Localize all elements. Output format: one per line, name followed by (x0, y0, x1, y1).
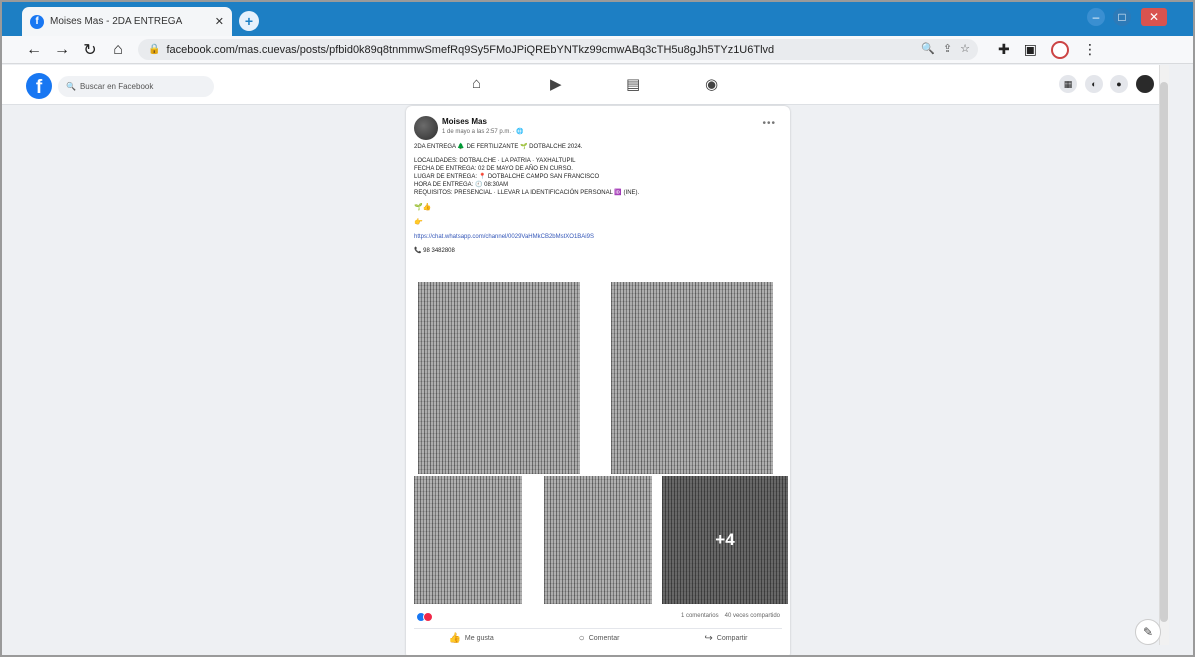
search-icon: 🔍 (66, 82, 76, 91)
divider (414, 628, 782, 629)
messenger-icon[interactable]: ◐ (1085, 75, 1103, 93)
share-page-icon[interactable]: ⇪ (943, 42, 952, 55)
sidebar-icon[interactable]: ▣ (1024, 41, 1037, 58)
post-line: HORA DE ENTREGA: 🕘 08:30AM (414, 182, 509, 188)
post-photo[interactable] (414, 476, 522, 604)
notifications-bell-icon[interactable]: ● (1110, 75, 1128, 93)
profile-avatar[interactable] (1050, 40, 1069, 59)
share-button[interactable]: ↪ Compartir (704, 633, 747, 644)
menu-grid-icon[interactable]: ▦ (1059, 75, 1077, 93)
post-author[interactable]: Moises Mas (442, 117, 487, 126)
post-line: LOCALIDADES: DOTBALCHE · LA PATRIA · YAX… (414, 158, 576, 164)
post-photo[interactable] (418, 282, 580, 474)
extensions-icon[interactable]: ✚ (998, 41, 1010, 58)
facebook-favicon-icon: f (30, 14, 44, 29)
like-label: Me gusta (464, 635, 494, 642)
comment-count[interactable]: 1 comentarios (681, 613, 719, 619)
nav-home-icon[interactable]: ⌂ (472, 75, 481, 92)
post-line: REQUISITOS: PRESENCIAL · LLEVAR LA IDENT… (414, 190, 640, 196)
screen: f Moises Mas - 2DA ENTREGA ✕ + – □ ✕ ← →… (0, 0, 1195, 657)
maximize-icon[interactable]: □ (1113, 8, 1131, 26)
lock-icon[interactable]: 🔒 (148, 44, 160, 55)
browser-tabstrip: f Moises Mas - 2DA ENTREGA ✕ + – □ ✕ (2, 2, 1193, 36)
bookmark-star-icon[interactable]: ☆ (960, 42, 970, 55)
post-actions: 👍 Me gusta ○ Comentar ↪ Compartir (406, 633, 790, 644)
nav-gaming-icon[interactable]: ◉ (705, 75, 718, 93)
share-label: Compartir (716, 635, 748, 642)
post-card: Moises Mas 1 de mayo a las 2:57 p.m. · 🌐… (406, 106, 790, 655)
post-stats: 1 comentarios 40 veces compartido (681, 613, 780, 619)
love-reaction-icon (423, 612, 433, 622)
post-line: FECHA DE ENTREGA: 02 DE MAYO DE AÑO EN C… (414, 166, 573, 172)
post-photo[interactable] (544, 476, 652, 604)
account-avatar[interactable] (1136, 75, 1154, 93)
emoji-line: 👉 (414, 219, 423, 226)
facebook-header: f 🔍 Buscar en Facebook ⌂ ▶ ▤ ◉ ▦ ◐ ● (2, 65, 1169, 105)
browser-toolbar: ← → ↻ ⌂ 🔒 facebook.com/mas.cuevas/posts/… (2, 36, 1193, 64)
search-placeholder: Buscar en Facebook (79, 82, 154, 91)
zoom-icon[interactable]: 🔍 (921, 42, 935, 55)
whatsapp-link[interactable]: https://chat.whatsapp.com/channel/0029Va… (414, 233, 782, 241)
post-photo[interactable] (611, 282, 773, 474)
post-line: LUGAR DE ENTREGA: 📍 DOTBALCHE CAMPO SAN … (414, 174, 600, 180)
comment-button[interactable]: ○ Comentar (579, 633, 620, 644)
back-icon[interactable]: ← (26, 41, 42, 59)
post-photo-more[interactable]: +4 (662, 476, 788, 604)
reload-icon[interactable]: ↻ (82, 40, 98, 60)
share-count[interactable]: 40 veces compartido (725, 613, 780, 619)
browser-tab[interactable]: f Moises Mas - 2DA ENTREGA ✕ (22, 7, 232, 36)
more-photos-count[interactable]: +4 (662, 476, 788, 604)
scrollbar-thumb[interactable] (1160, 82, 1168, 622)
nav-video-icon[interactable]: ▶ (550, 75, 562, 93)
new-tab-button[interactable]: + (239, 11, 259, 31)
post-line: 2DA ENTREGA 🌲 DE FERTILIZANTE 🌱 DOTBALCH… (414, 144, 583, 150)
facebook-search-input[interactable]: 🔍 Buscar en Facebook (58, 76, 214, 97)
tab-close-icon[interactable]: ✕ (215, 15, 224, 28)
new-message-button[interactable]: ✎ (1135, 619, 1161, 645)
post-options-icon[interactable]: ••• (762, 118, 776, 129)
comment-label: Comentar (588, 635, 620, 642)
post-text: 2DA ENTREGA 🌲 DE FERTILIZANTE 🌱 DOTBALCH… (414, 143, 782, 255)
address-bar[interactable]: 🔒 facebook.com/mas.cuevas/posts/pfbid0k8… (138, 39, 978, 60)
url-text[interactable]: facebook.com/mas.cuevas/posts/pfbid0k89q… (166, 44, 774, 56)
emoji-line: 🌱👍 (414, 204, 432, 211)
reaction-icons[interactable] (416, 612, 433, 622)
post-timestamp[interactable]: 1 de mayo a las 2:57 p.m. · 🌐 (442, 128, 524, 135)
comment-icon: ○ (578, 633, 585, 644)
close-window-icon[interactable]: ✕ (1141, 8, 1167, 26)
thumbs-up-icon: 👍 (448, 633, 461, 644)
tab-title: Moises Mas - 2DA ENTREGA (50, 16, 183, 27)
home-icon[interactable]: ⌂ (110, 41, 126, 59)
author-avatar[interactable] (414, 116, 438, 140)
phone-number: 📞 98 3482808 (414, 248, 455, 254)
like-button[interactable]: 👍 Me gusta (448, 633, 493, 644)
facebook-logo[interactable]: f (26, 73, 52, 99)
nav-marketplace-icon[interactable]: ▤ (626, 75, 640, 93)
share-icon: ↪ (704, 633, 713, 644)
browser-menu-icon[interactable]: ⋮ (1083, 41, 1097, 58)
forward-icon[interactable]: → (54, 41, 70, 59)
minimize-icon[interactable]: – (1087, 8, 1105, 26)
